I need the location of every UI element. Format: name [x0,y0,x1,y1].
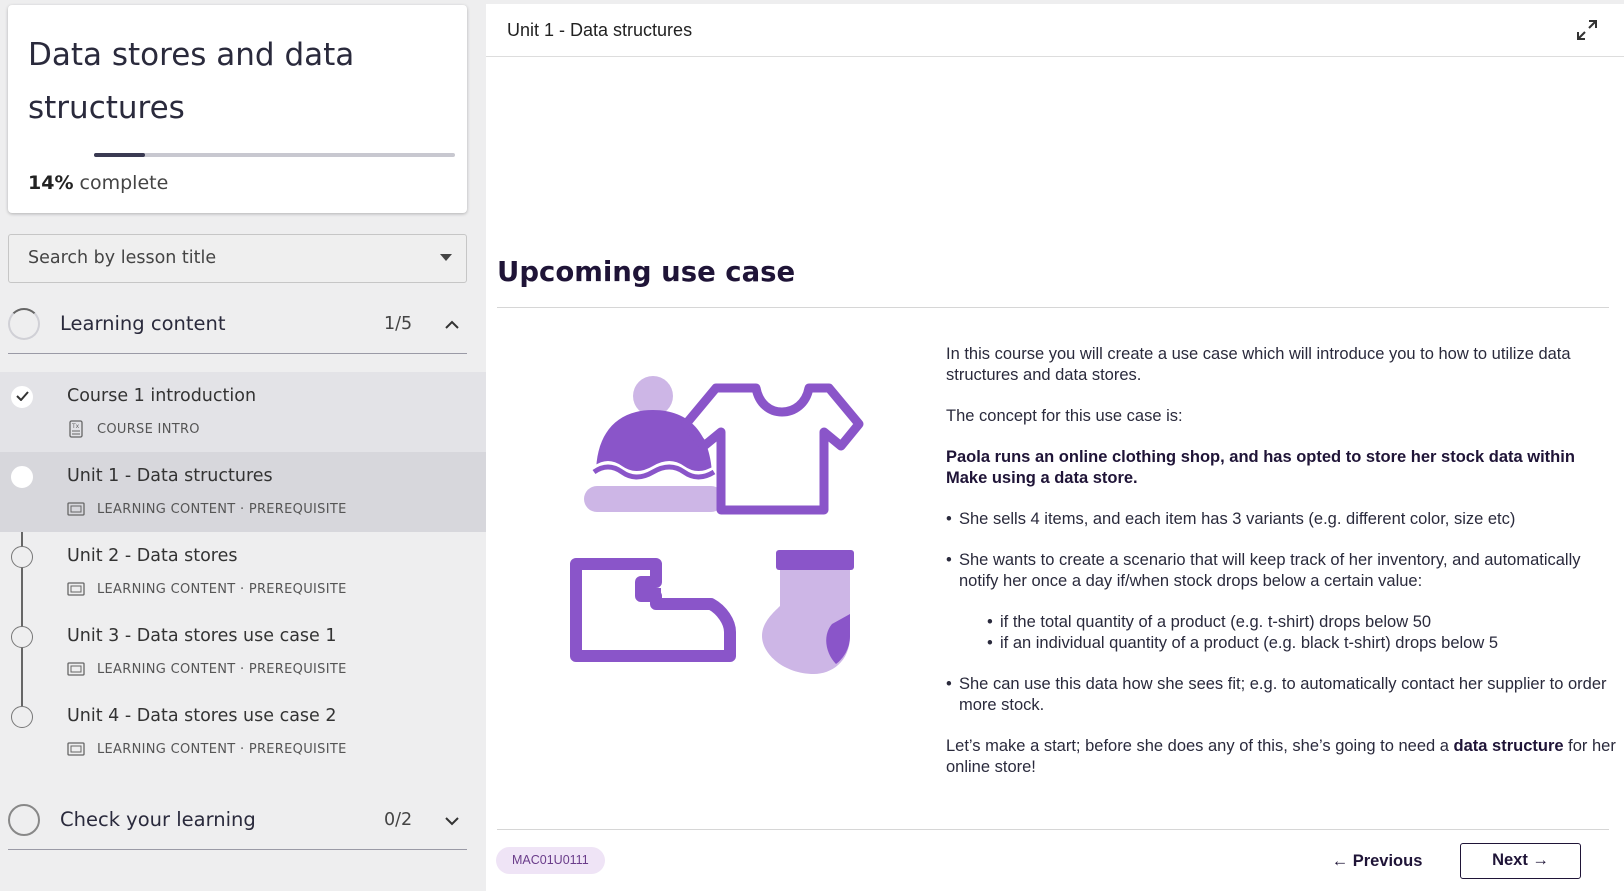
lesson-meta: LEARNING CONTENT · PREREQUISITE [97,662,347,677]
lesson-status-dot [11,626,33,648]
lesson-meta: LEARNING CONTENT · PREREQUISITE [97,502,347,517]
section-progress-ring-icon [8,804,40,836]
chevron-up-icon[interactable] [443,316,461,334]
lesson-meta: LEARNING CONTENT · PREREQUISITE [97,582,347,597]
section-heading: Upcoming use case [497,256,796,288]
progress-percent: 14% [28,172,74,194]
caret-down-icon [440,254,452,261]
sock-icon [762,550,854,674]
boot-icon [570,558,736,662]
lesson-meta: COURSE INTRO [97,422,200,437]
expand-icon[interactable] [1575,18,1599,42]
course-intro-doc-icon: Tx [69,420,83,438]
lesson-code-badge: MAC01U0111 [496,847,605,874]
arrow-right-icon: → [1532,851,1549,869]
closing-text: Let’s make a start; before she does any … [946,737,1454,755]
intro-paragraph: In this course you will create a use cas… [946,345,1571,384]
bullet-item: She sells 4 items, and each item has 3 v… [946,509,1616,530]
section-label: Check your learning [60,808,256,831]
clothing-illustration [570,376,864,674]
section-check-your-learning-header[interactable]: Check your learning 0/2 [8,792,467,850]
section-learning-content-header[interactable]: Learning content 1/5 [8,296,467,354]
lesson-topbar: Unit 1 - Data structures [486,4,1624,57]
lesson-status-dot [11,466,33,488]
lesson-meta: LEARNING CONTENT · PREREQUISITE [97,742,347,757]
learning-content-icon [67,662,85,676]
lesson-item-unit-2[interactable]: Unit 2 - Data stores LEARNING CONTENT · … [0,532,486,612]
progress-text: 14% complete [28,172,168,194]
bullet-text: She wants to create a scenario that will… [959,551,1581,590]
lesson-body: In this course you will create a use cas… [946,344,1616,798]
sub-bullet-item: if an individual quantity of a product (… [987,633,1616,654]
bullet-item: She can use this data how she sees fit; … [946,674,1616,716]
lesson-item-course-intro[interactable]: Course 1 introduction Tx COURSE INTRO [0,372,486,452]
sub-bullet-item: if the total quantity of a product (e.g.… [987,612,1616,633]
lesson-item-unit-1[interactable]: Unit 1 - Data structures LEARNING CONTEN… [0,452,486,532]
progress-suffix: complete [79,172,169,194]
lesson-item-unit-4[interactable]: Unit 4 - Data stores use case 2 LEARNING… [0,692,486,772]
lesson-title: Course 1 introduction [67,386,257,406]
svg-text:Tx: Tx [71,423,80,430]
lesson-search-dropdown[interactable]: Search by lesson title [8,234,467,283]
next-button[interactable]: Next → [1460,843,1581,879]
previous-button[interactable]: ← Previous [1321,844,1433,878]
unit-title: Unit 1 - Data structures [507,20,693,40]
lesson-item-unit-3[interactable]: Unit 3 - Data stores use case 1 LEARNING… [0,612,486,692]
lesson-title: Unit 4 - Data stores use case 2 [67,706,337,726]
lesson-title: Unit 1 - Data structures [67,466,273,486]
learning-content-icon [67,502,85,516]
lesson-title: Unit 2 - Data stores [67,546,238,566]
previous-label: Previous [1352,852,1423,870]
sidebar: Data stores and data structures 14% comp… [0,0,486,891]
divider [497,829,1609,830]
progress-bar-fill [94,153,145,157]
section-count: 1/5 [384,314,413,334]
bullet-item-with-subs: She wants to create a scenario that will… [946,550,1616,654]
lesson-status-dot [11,546,33,568]
closing-bold: data structure [1453,737,1564,755]
learning-content-icon [67,742,85,756]
chevron-down-icon[interactable] [443,812,461,830]
check-icon [16,391,29,401]
section-label: Learning content [60,312,226,335]
divider [497,307,1609,308]
course-progress-card: Data stores and data structures 14% comp… [8,5,467,213]
next-label: Next [1492,851,1528,869]
lesson-status-dot [11,706,33,728]
arrow-left-icon: ← [1331,852,1349,870]
concept-statement: Paola runs an online clothing shop, and … [946,448,1575,487]
section-progress-ring-icon [8,308,40,340]
lesson-content-panel: Unit 1 - Data structures Upcoming use ca… [486,4,1624,891]
sub-bullet-list: if the total quantity of a product (e.g.… [959,612,1616,654]
lesson-title: Unit 3 - Data stores use case 1 [67,626,337,646]
progress-bar [94,153,455,157]
course-title: Data stores and data structures [28,37,355,126]
concept-lead: The concept for this use case is: [946,407,1183,425]
section-count: 0/2 [384,810,413,830]
learning-content-icon [67,582,85,596]
search-placeholder: Search by lesson title [28,248,217,268]
closing-paragraph: Let’s make a start; before she does any … [946,736,1616,778]
